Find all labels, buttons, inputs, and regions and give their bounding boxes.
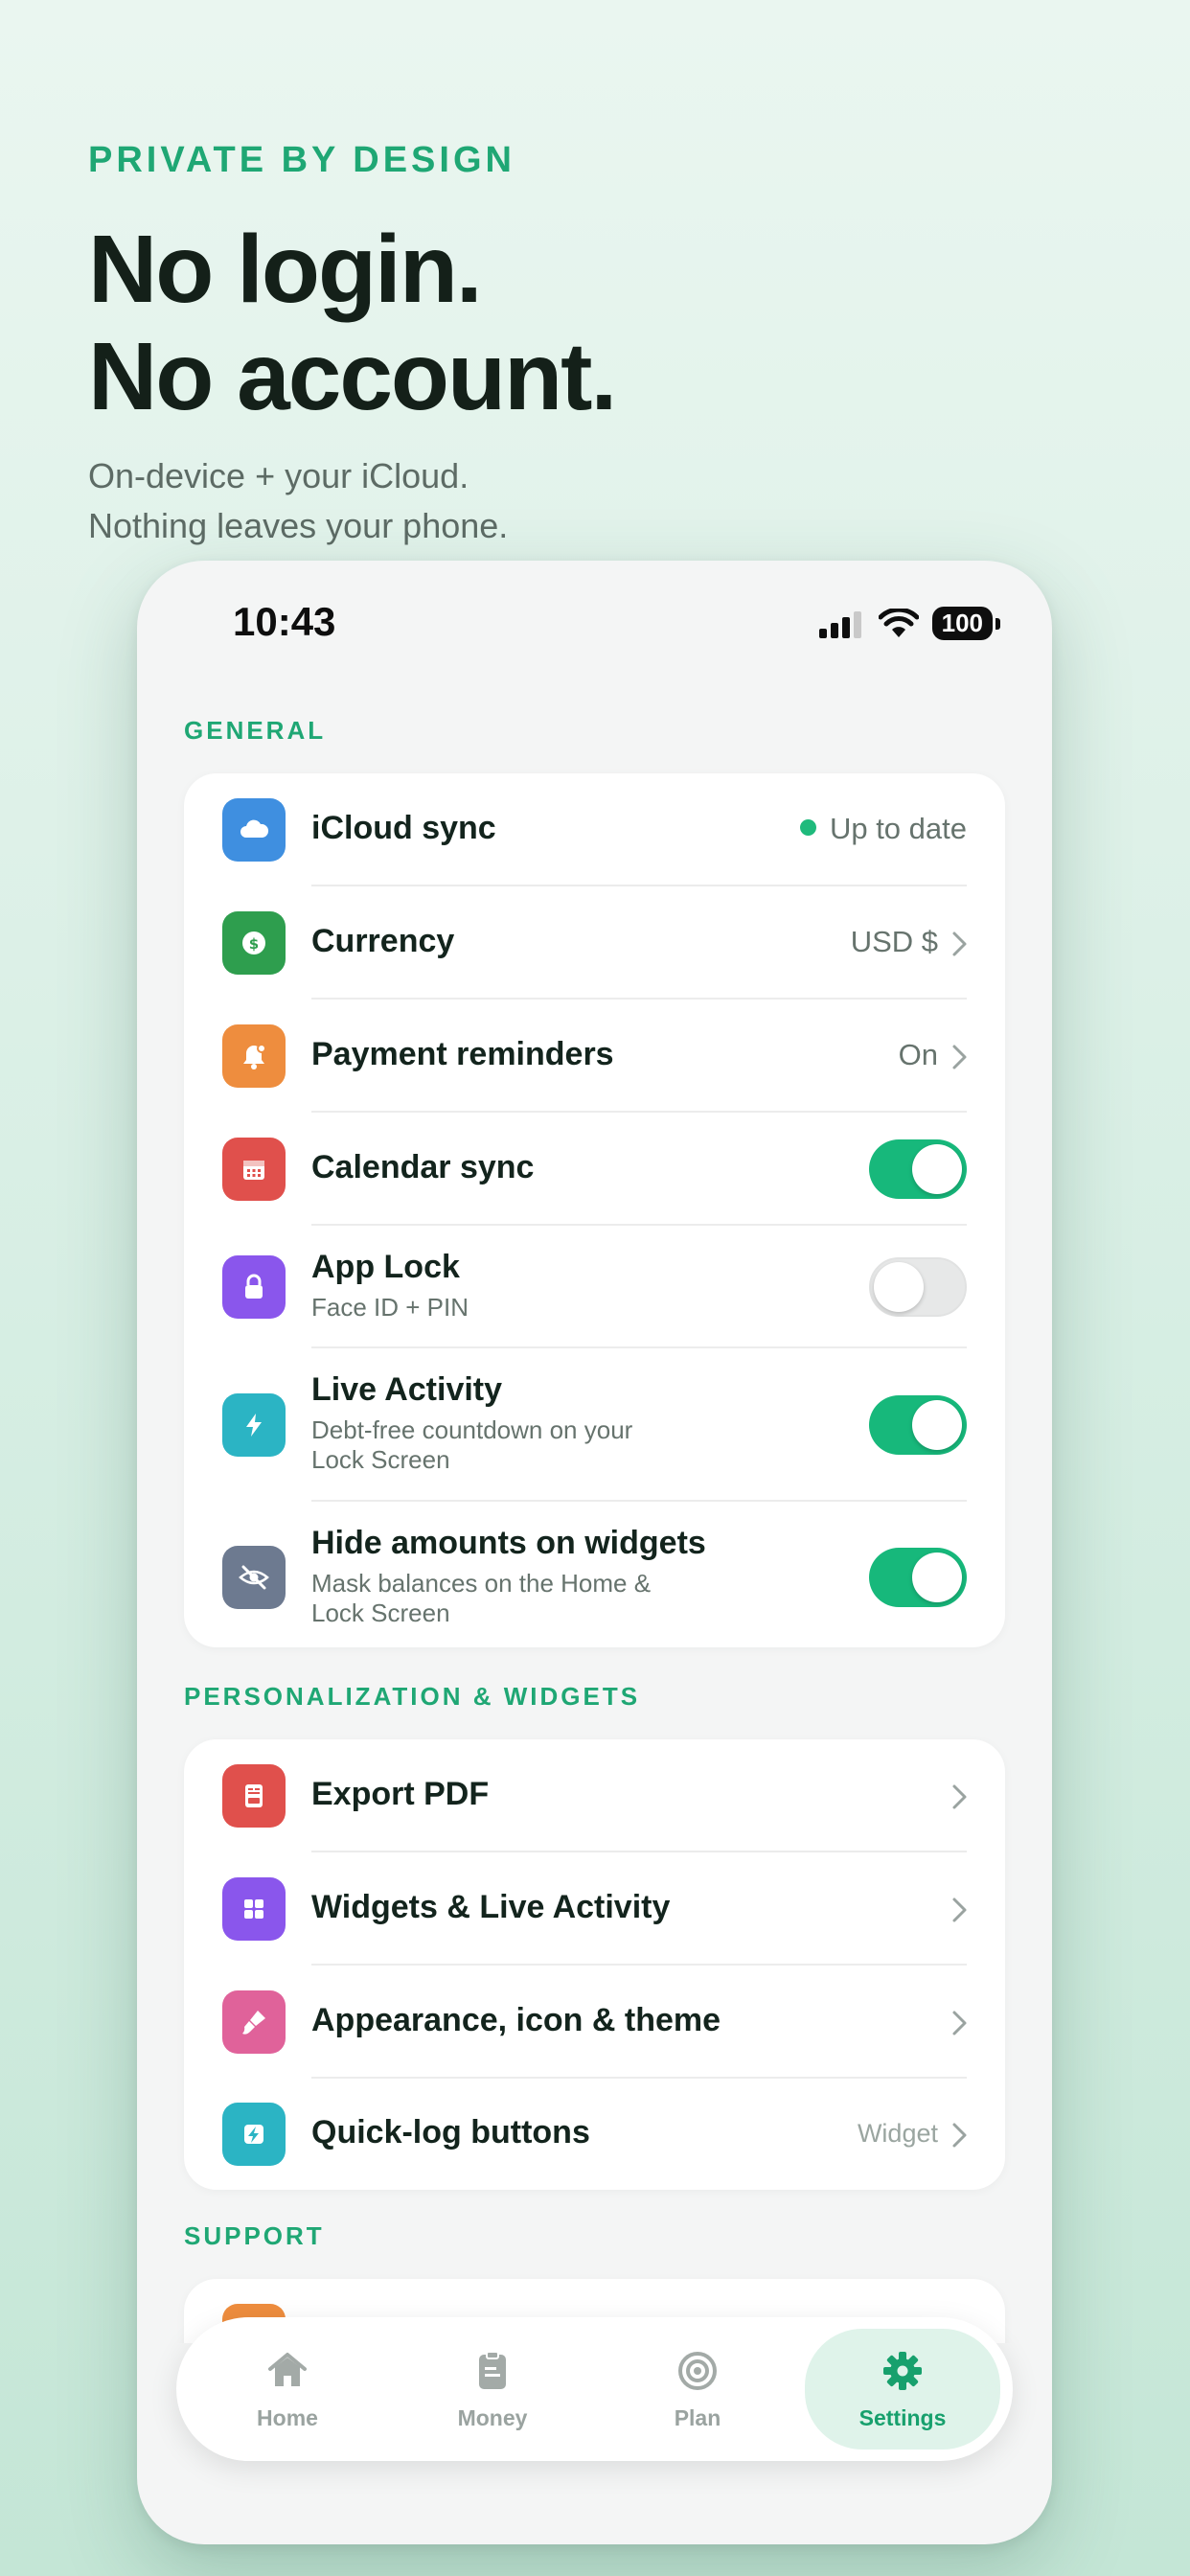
status-time: 10:43: [233, 599, 336, 644]
headline-line-1: No login.: [88, 216, 483, 323]
clipboard-icon: [479, 2350, 506, 2389]
row-live-activity: Live Activity Debt-free countdown on you…: [184, 1348, 1005, 1502]
wifi-icon: [878, 608, 919, 637]
tab-home[interactable]: Home: [190, 2329, 385, 2450]
subtitle-line-1: Mask balances on the Home &: [311, 1569, 652, 1598]
chevron-right-icon: [952, 932, 967, 956]
calendar-sync-toggle[interactable]: [869, 1139, 967, 1199]
dollar-icon: $: [222, 911, 286, 975]
row-title: iCloud sync: [311, 810, 496, 846]
chevron-right-icon: [952, 2123, 967, 2148]
sync-status: Up to date: [799, 812, 967, 846]
section-support-label: SUPPORT: [184, 2221, 325, 2250]
toggle-knob: [874, 1262, 924, 1312]
row-title: Export PDF: [311, 1776, 490, 1812]
tab-label: Settings: [858, 2404, 947, 2430]
status-icons: 100: [818, 607, 1001, 640]
row-appearance[interactable]: Appearance, icon & theme: [184, 1966, 1005, 2079]
svg-text:$: $: [249, 935, 259, 953]
battery-indicator: 100: [931, 607, 1001, 640]
row-widgets[interactable]: Widgets & Live Activity: [184, 1852, 1005, 1966]
headline: No login. No account.: [88, 216, 1104, 430]
row-subtitle: Mask balances on the Home & Lock Screen: [311, 1569, 714, 1628]
row-subtitle: Debt-free countdown on your Lock Screen: [311, 1415, 714, 1475]
toggle-knob: [912, 1144, 962, 1194]
quick-log-value: Widget: [857, 2119, 938, 2148]
lock-icon: [222, 1255, 286, 1319]
row-currency[interactable]: $ Currency USD $: [184, 886, 1005, 1000]
row-hide-amounts: Hide amounts on widgets Mask balances on…: [184, 1502, 1005, 1647]
reminders-value: On: [898, 1038, 938, 1071]
row-title: Appearance, icon & theme: [311, 2002, 721, 2038]
toggle-knob: [912, 1400, 962, 1450]
chevron-right-icon: [952, 1784, 967, 1809]
row-calendar-sync: Calendar sync: [184, 1113, 1005, 1226]
chevron-right-icon: [952, 1898, 967, 1922]
row-title: Calendar sync: [311, 1149, 535, 1185]
tab-label: Money: [457, 2404, 528, 2430]
bolt-icon: [222, 1393, 286, 1457]
row-export-pdf[interactable]: Export PDF: [184, 1739, 1005, 1852]
tab-label: Home: [257, 2404, 318, 2430]
hero: PRIVATE BY DESIGN No login. No account. …: [88, 140, 1104, 551]
row-title: Quick-log buttons: [311, 2114, 590, 2150]
grid-icon: [222, 1877, 286, 1941]
hide-amounts-toggle[interactable]: [869, 1548, 967, 1607]
row-title: Widgets & Live Activity: [311, 1889, 671, 1925]
eyebrow: PRIVATE BY DESIGN: [88, 140, 515, 180]
subtitle-line-1: On-device + your iCloud.: [88, 456, 469, 495]
phone-mockup: 10:43 100 GENERAL iCloud sync Up to date…: [137, 561, 1052, 2544]
row-payment-reminders[interactable]: Payment reminders On: [184, 1000, 1005, 1113]
brush-icon: [222, 1990, 286, 2054]
subtitle: On-device + your iCloud. Nothing leaves …: [88, 451, 1104, 551]
row-title: Payment reminders: [311, 1036, 614, 1072]
chevron-right-icon: [952, 1045, 967, 1070]
tab-plan[interactable]: Plan: [600, 2329, 795, 2450]
row-title: Currency: [311, 923, 455, 959]
signal-icon: [818, 610, 861, 638]
gear-icon: [883, 2351, 922, 2390]
cloud-icon: [222, 798, 286, 862]
quick-bolt-icon: [222, 2103, 286, 2166]
section-personalization-label: PERSONALIZATION & WIDGETS: [184, 1682, 641, 1711]
tab-bar: Home Money Plan Settings: [176, 2317, 1013, 2461]
tab-settings[interactable]: Settings: [805, 2329, 1000, 2450]
currency-value: USD $: [850, 925, 938, 958]
eye-slash-icon: [222, 1546, 286, 1609]
subtitle-line-2: Lock Screen: [311, 1598, 450, 1627]
row-app-lock: App Lock Face ID + PIN: [184, 1226, 1005, 1348]
row-icloud-sync[interactable]: iCloud sync Up to date: [184, 773, 1005, 886]
row-title: App Lock: [311, 1249, 460, 1285]
row-subtitle: Face ID + PIN: [311, 1293, 469, 1322]
home-icon: [268, 2352, 307, 2386]
row-title: Hide amounts on widgets: [311, 1525, 706, 1561]
calendar-icon: [222, 1138, 286, 1201]
general-card: iCloud sync Up to date $ Currency USD $ …: [184, 773, 1005, 1647]
bell-icon: [222, 1024, 286, 1088]
target-icon: [678, 2351, 717, 2390]
row-title: Live Activity: [311, 1371, 503, 1408]
chevron-right-icon: [952, 2011, 967, 2036]
status-dot-icon: [799, 819, 816, 836]
app-lock-toggle[interactable]: [869, 1257, 967, 1317]
row-quick-log[interactable]: Quick-log buttons Widget: [184, 2079, 1005, 2190]
personalization-card: Export PDF Widgets & Live Activity Appea…: [184, 1739, 1005, 2190]
toggle-knob: [912, 1552, 962, 1602]
subtitle-line-2: Lock Screen: [311, 1445, 450, 1474]
settings-scroll[interactable]: GENERAL iCloud sync Up to date $ Currenc…: [137, 685, 1052, 2343]
section-general-label: GENERAL: [184, 716, 327, 745]
tab-money[interactable]: Money: [395, 2329, 590, 2450]
subtitle-line-1: Debt-free countdown on your: [311, 1415, 633, 1444]
status-bar: 10:43 100: [137, 561, 1052, 685]
live-activity-toggle[interactable]: [869, 1395, 967, 1455]
tab-label: Plan: [674, 2404, 721, 2430]
subtitle-line-2: Nothing leaves your phone.: [88, 506, 509, 545]
headline-line-2: No account.: [88, 323, 617, 430]
pdf-icon: [222, 1764, 286, 1828]
